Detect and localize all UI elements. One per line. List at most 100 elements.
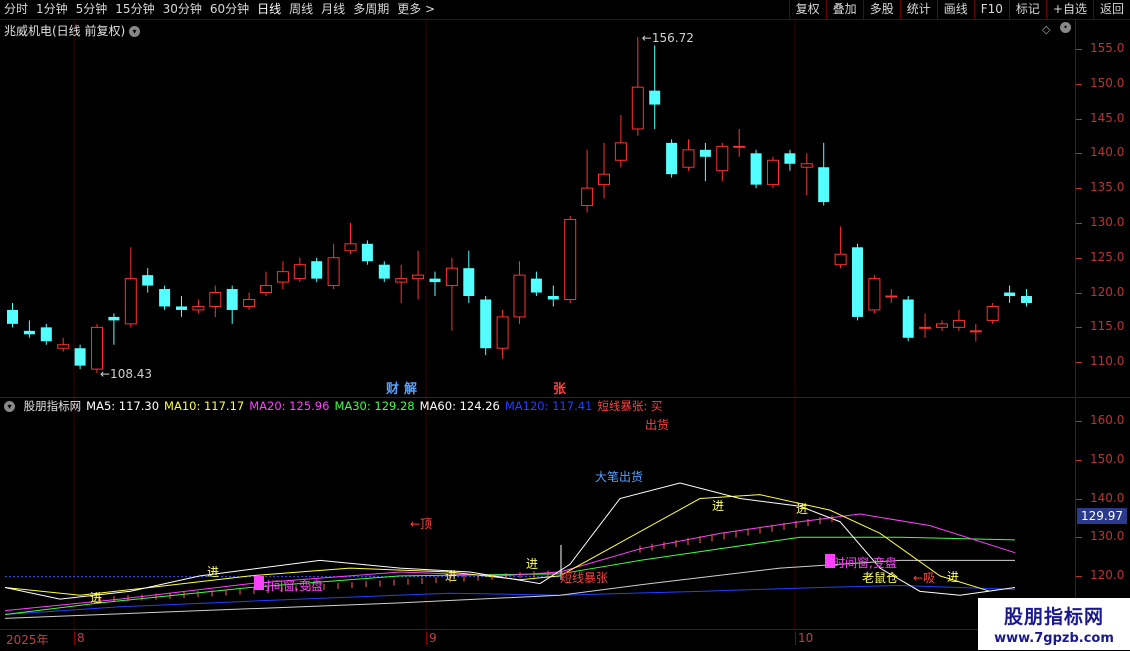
settings-circle-icon[interactable]: •	[1060, 22, 1071, 33]
period-tab-4[interactable]: 30分钟	[159, 0, 206, 19]
price-tick-mark-4	[1076, 188, 1082, 190]
period-tab-0[interactable]: 分时	[0, 0, 32, 19]
toolbar-button-2[interactable]: 多股	[862, 0, 900, 19]
candle-body-48	[818, 167, 830, 203]
price-tick-5: 130.0	[1090, 214, 1125, 229]
indicator-chart[interactable]: 出货大笔出货←顶进 进进进进进进时间窗,变盘时间窗,变盘短线暴张 老鼠仓 ←吸	[0, 398, 1075, 630]
candle-body-56	[952, 319, 965, 328]
candle-body-47	[800, 163, 813, 168]
candle-body-38	[649, 90, 661, 105]
toolbar-button-3[interactable]: 统计	[899, 0, 937, 19]
price-tick-9: 110.0	[1090, 354, 1125, 369]
annot-enter-6: 进	[90, 591, 102, 605]
period-tab-3[interactable]: 15分钟	[111, 0, 158, 19]
price-tick-0: 155.0	[1090, 40, 1125, 55]
period-tab-9[interactable]: 多周期	[349, 0, 393, 19]
candle-body-60	[1021, 296, 1032, 303]
month-label-aug: 8	[74, 631, 85, 645]
period-tab-10[interactable]: 更多 >	[393, 0, 439, 19]
candle-body-28	[480, 299, 492, 349]
candle-body-30	[513, 274, 526, 318]
candle-body-13	[226, 289, 238, 310]
annot-enter-5: 进	[445, 569, 457, 583]
date-axis: 2025年 8 9 10	[0, 629, 1075, 651]
candle-body-17	[293, 264, 306, 280]
candle-body-1	[23, 330, 35, 335]
toolbar-button-7[interactable]: +自选	[1045, 0, 1093, 19]
chevron-down-icon[interactable]: ▾	[129, 26, 141, 37]
candle-body-53	[902, 299, 914, 338]
candle-body-44	[750, 153, 762, 185]
watermark-url: www.7gpzb.com	[994, 631, 1114, 646]
period-tabs: 分时 1分钟 5分钟 15分钟 30分钟 60分钟 日线 周线 月线 多周期 更多 >	[0, 0, 439, 19]
ma-legend: MA5: 117.30 MA10: 117.17 MA20: 125.96 MA30:…	[86, 399, 667, 413]
candlestick-chart[interactable]: ←156.72 ←108.43 财解 张	[0, 20, 1075, 396]
price-tick-7: 120.0	[1090, 284, 1125, 299]
candle-body-43	[733, 145, 746, 148]
legend-item-4: MA60: 124.26	[419, 399, 500, 413]
candle-body-50	[852, 247, 863, 317]
toolbar-button-1[interactable]: 叠加	[825, 0, 863, 19]
period-tab-2[interactable]: 5分钟	[72, 0, 112, 19]
legend-item-5: MA120: 117.41	[504, 399, 593, 413]
indicator-menu-icon[interactable]: ▾	[4, 401, 15, 412]
candle-body-3	[57, 344, 70, 349]
annot-top-arrow: ←顶	[410, 517, 432, 531]
indicator-tick-2: 140.0	[1090, 490, 1125, 505]
current-value-badge: 129.97	[1077, 508, 1127, 524]
candle-body-0	[7, 309, 18, 324]
candle-body-36	[614, 142, 627, 161]
candle-body-14	[243, 299, 256, 307]
watermark-title: 股朋指标网	[1003, 606, 1104, 628]
candle-body-35	[598, 173, 610, 186]
annot-enter-2: 进	[796, 502, 808, 516]
annot-enter-7: 进	[947, 570, 959, 584]
toolbar-button-0[interactable]: 复权	[788, 0, 826, 19]
candle-body-22	[378, 264, 390, 279]
indicator-legend: ▾ 股朋指标网 MA5: 117.30 MA10: 117.17 MA20: 125.…	[4, 398, 672, 414]
annot-short-surge: 短线暴张	[560, 571, 608, 585]
price-tick-1: 150.0	[1090, 75, 1125, 90]
toolbar-button-5[interactable]: F10	[973, 0, 1009, 19]
year-label: 2025年	[6, 633, 49, 647]
candle-body-10	[176, 306, 187, 310]
main-chart-area[interactable]: ←156.72 ←108.43 财解 张	[0, 20, 1075, 396]
price-tick-mark-0	[1076, 48, 1082, 50]
toolbar-button-6[interactable]: 标记	[1008, 0, 1046, 19]
candle-body-49	[834, 253, 847, 266]
month-label-sep: 9	[426, 631, 437, 645]
candle-body-39	[666, 142, 678, 175]
period-tab-7[interactable]: 周线	[285, 0, 317, 19]
annot-big-sell: 大笔出货	[595, 469, 643, 484]
period-tab-1[interactable]: 1分钟	[32, 0, 72, 19]
chart-title[interactable]: 兆威机电(日线 前复权) ▾	[4, 22, 141, 39]
period-tab-8[interactable]: 月线	[317, 0, 349, 19]
candle-body-55	[936, 323, 948, 328]
high-price-label: ←156.72	[642, 31, 694, 45]
legend-item-2: MA20: 125.96	[249, 399, 330, 413]
diamond-icon[interactable]: ◇	[1042, 23, 1050, 36]
legend-item-3: MA30: 129.28	[334, 399, 415, 413]
indicator-name[interactable]: 股朋指标网	[24, 399, 82, 413]
period-tab-5[interactable]: 60分钟	[206, 0, 253, 19]
indicator-tick-mark-0	[1076, 421, 1082, 423]
indicator-tick-4: 120.0	[1090, 567, 1125, 582]
event-marker-1: 解	[403, 381, 417, 396]
annot-top-sell: 出货	[645, 417, 669, 432]
indicator-tick-3: 130.0	[1090, 529, 1125, 544]
price-tick-mark-5	[1076, 222, 1082, 224]
indicator-panel[interactable]: 出货 大笔出货 ←顶进进进进进进进时间窗,变盘 时间窗,变盘 短线暴张 老鼠仓 ←吸	[0, 397, 1075, 630]
toolbar-button-4[interactable]: 画线	[936, 0, 974, 19]
candle-body-59	[1004, 292, 1016, 297]
candle-body-19	[327, 257, 340, 287]
candle-body-57	[969, 330, 982, 333]
candle-body-18	[311, 261, 323, 279]
candle-body-45	[767, 159, 779, 186]
toolbar-button-8[interactable]: 返回	[1092, 0, 1130, 19]
candle-body-29	[496, 316, 509, 349]
period-tab-6[interactable]: 日线	[253, 0, 285, 19]
candle-body-31	[530, 278, 542, 293]
candle-body-2	[40, 327, 52, 342]
legend-item-6: 短线暴张: 买	[597, 399, 663, 413]
stock-title: 兆威机电(日线 前复权)	[4, 24, 126, 38]
